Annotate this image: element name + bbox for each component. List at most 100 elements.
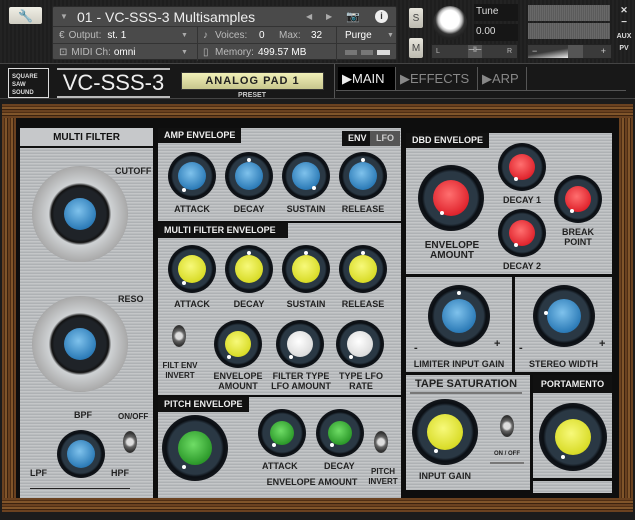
info-icon[interactable]: i	[375, 10, 388, 23]
amp-sustain-knob[interactable]	[282, 152, 330, 200]
next-icon[interactable]: ▶	[326, 12, 332, 21]
filter-env-attack-label: ATTACK	[174, 299, 210, 309]
pitch-decay-knob[interactable]	[316, 409, 364, 457]
pan-slider[interactable]: L ⊣⊢ R	[431, 44, 518, 59]
solo-button[interactable]: S	[409, 8, 423, 28]
collapse-icon[interactable]: ▼	[60, 12, 68, 21]
portamento-panel: PORTAMENTO	[533, 375, 612, 478]
cutoff-label: CUTOFF	[115, 166, 152, 176]
pitch-envelope-panel: PITCH ENVELOPE ATTACK DECAY ENVELOPE AMO…	[158, 397, 401, 498]
portamento-knob[interactable]	[539, 403, 607, 471]
max-voices-value[interactable]: 32	[311, 30, 322, 41]
purge-indicator	[345, 50, 357, 55]
filt-env-invert-toggle[interactable]	[172, 325, 186, 347]
output-select[interactable]: st. 1	[107, 30, 126, 41]
wood-trim-right	[619, 118, 633, 498]
wood-trim-left	[2, 118, 16, 498]
preset-label: PRESET	[237, 92, 266, 99]
tape-input-gain-knob[interactable]	[412, 399, 478, 465]
filter-env-sustain-knob[interactable]	[282, 245, 330, 293]
preset-display[interactable]: ANALOG PAD 1	[181, 72, 324, 90]
filter-type-knob[interactable]	[57, 430, 105, 478]
tape-saturation-title: TAPE SATURATION	[410, 379, 522, 394]
level-meter-right	[528, 23, 610, 39]
env-button[interactable]: ENV	[342, 131, 373, 146]
voices-icon: ♪	[203, 29, 208, 41]
pitch-attack-label: ATTACK	[262, 461, 298, 471]
tab-main[interactable]: ▶MAIN	[338, 67, 396, 90]
amp-attack-knob[interactable]	[168, 152, 216, 200]
amp-release-knob[interactable]	[339, 152, 387, 200]
type-lfo-rate-knob[interactable]	[336, 320, 384, 368]
memory-value: 499.57 MB	[258, 47, 307, 58]
purge-dropdown-icon[interactable]: ▼	[387, 32, 394, 39]
tab-arp[interactable]: ▶ARP	[478, 67, 527, 90]
filter-env-decay-knob[interactable]	[225, 245, 273, 293]
decay1-knob[interactable]	[498, 143, 546, 191]
filter-onoff-toggle[interactable]	[123, 431, 137, 453]
purge-button[interactable]: Purge	[345, 30, 372, 41]
stereo-plus-label: +	[599, 338, 606, 350]
minimize-button[interactable]: −	[615, 17, 633, 28]
wrench-icon[interactable]: 🔧	[9, 7, 42, 24]
prev-icon[interactable]: ◀	[306, 12, 312, 21]
level-meter-left	[528, 5, 610, 21]
limiter-input-gain-knob[interactable]	[428, 285, 490, 347]
amp-envelope-title: AMP ENVELOPE	[158, 128, 242, 143]
pan-handle[interactable]: ⊣⊢	[468, 45, 482, 58]
amp-attack-label: ATTACK	[174, 204, 210, 214]
decay2-label: DECAY 2	[502, 261, 542, 271]
filter-env-decay-label: DECAY	[233, 299, 265, 309]
kontakt-header: 🔧 ▼ 01 - VC-SSS-3 Multisamples ◀ ▶ 📷 i € O…	[0, 0, 635, 63]
type-lfo-rate-label: TYPE LFO RATE	[338, 371, 383, 391]
pv-button[interactable]: PV	[615, 45, 633, 52]
instrument-topbar: SQUARE SAW SOUND VC-SSS-3 ANALOG PAD 1 PRE…	[0, 63, 635, 99]
reso-dial[interactable]	[32, 296, 128, 392]
tape-onoff-toggle[interactable]	[500, 415, 514, 437]
output-icon: €	[59, 29, 65, 41]
voices-value: 0	[259, 29, 265, 41]
stereo-width-knob[interactable]	[533, 285, 595, 347]
multi-filter-title: MULTI FILTER	[20, 128, 153, 148]
volume-handle[interactable]	[568, 45, 583, 58]
brand-logo: SQUARE SAW SOUND	[8, 68, 49, 98]
midi-channel-select[interactable]: omni	[114, 47, 136, 58]
filter-envelope-amount-knob[interactable]	[214, 320, 262, 368]
volume-slider[interactable]: − +	[527, 44, 612, 59]
mute-button[interactable]: M	[409, 38, 423, 58]
volume-plus: +	[600, 46, 606, 56]
lfo-button[interactable]: LFO	[370, 131, 400, 146]
dbd-envelope-panel: DBD ENVELOPE ENVELOPE AMOUNT DECAY 1 DECA…	[406, 133, 612, 274]
tune-value[interactable]: 0.00	[474, 24, 518, 41]
tape-input-gain-label: INPUT GAIN	[418, 471, 471, 481]
filter-type-lfo-amount-knob[interactable]	[276, 320, 324, 368]
tab-effects[interactable]: ▶EFFECTS	[396, 67, 478, 90]
decay2-knob[interactable]	[498, 209, 546, 257]
limiter-input-gain-label: LIMITER INPUT GAIN	[413, 359, 505, 369]
filter-env-attack-knob[interactable]	[168, 245, 216, 293]
midi-dropdown-icon[interactable]: ▼	[181, 49, 188, 56]
hpf-label: HPF	[111, 468, 129, 478]
pitch-decay-label: DECAY	[324, 461, 355, 471]
output-dropdown-icon[interactable]: ▼	[181, 32, 188, 39]
pitch-attack-knob[interactable]	[258, 409, 306, 457]
stereo-minus-label: -	[519, 342, 523, 354]
dbd-envelope-amount-knob[interactable]	[418, 165, 484, 231]
aux-button[interactable]: AUX	[615, 33, 633, 40]
pitch-invert-toggle[interactable]	[374, 431, 388, 453]
cutoff-dial[interactable]	[32, 166, 128, 262]
tune-knob[interactable]	[433, 6, 467, 40]
break-point-knob[interactable]	[554, 175, 602, 223]
memory-label: Memory:	[215, 47, 254, 58]
multi-filter-panel: MULTI FILTER CUTOFF RESO BPF ON/OFF LPF …	[20, 128, 153, 498]
wood-trim-bottom	[2, 498, 633, 512]
dbd-envelope-title: DBD ENVELOPE	[406, 133, 490, 148]
close-button[interactable]: ✕	[615, 5, 633, 16]
camera-icon[interactable]: 📷	[346, 10, 360, 23]
pitch-envelope-amount-knob[interactable]	[162, 415, 228, 481]
filter-env-release-knob[interactable]	[339, 245, 387, 293]
max-label: Max:	[279, 29, 301, 41]
pitch-invert-label: PITCH INVERT	[368, 467, 398, 486]
amp-decay-knob[interactable]	[225, 152, 273, 200]
midi-label: MIDI Ch:	[71, 47, 111, 58]
